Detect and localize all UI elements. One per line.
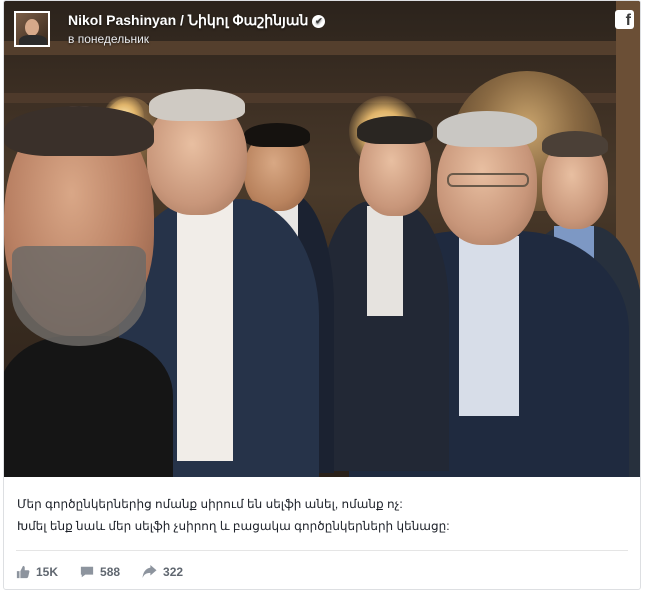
post-text-line: Մեր գործընկերներից ոմանք սիրում են սելֆի…: [17, 497, 403, 511]
share-arrow-icon: [142, 565, 157, 579]
comment-count: 588: [100, 565, 121, 579]
comment-button[interactable]: 588: [80, 565, 120, 579]
post-text-line: Խմել ենք նաև մեր սելֆի չսիրող և բացակա գ…: [17, 519, 450, 533]
post-text: Մեր գործընկերներից ոմանք սիրում են սելֆի…: [17, 493, 627, 537]
avatar[interactable]: [14, 11, 50, 47]
facebook-post-card: Nikol Pashinyan / Նիկոլ Փաշինյան ✔ в поне…: [3, 0, 641, 590]
like-button[interactable]: 15K: [16, 565, 58, 579]
share-button[interactable]: 322: [142, 565, 183, 579]
verified-badge-icon: ✔: [312, 15, 326, 28]
thumbs-up-icon: [16, 565, 30, 579]
author-name-text[interactable]: Nikol Pashinyan / Նիկոլ Փաշինյան: [68, 12, 308, 28]
divider: [16, 550, 628, 551]
comment-icon: [80, 566, 94, 578]
reaction-bar: 15K 588 322: [16, 562, 205, 582]
share-count: 322: [163, 565, 184, 579]
post-timestamp[interactable]: в понедельник: [68, 32, 149, 46]
post-photo[interactable]: Nikol Pashinyan / Նիկոլ Փաշինյան ✔ в поне…: [4, 1, 640, 477]
post-header: Nikol Pashinyan / Նիկոլ Փաշինյան ✔ в поне…: [12, 8, 634, 50]
like-count: 15K: [36, 565, 59, 579]
facebook-logo-icon[interactable]: f: [615, 10, 634, 29]
author-name[interactable]: Nikol Pashinyan / Նիկոլ Փաշինյան ✔: [68, 12, 326, 29]
